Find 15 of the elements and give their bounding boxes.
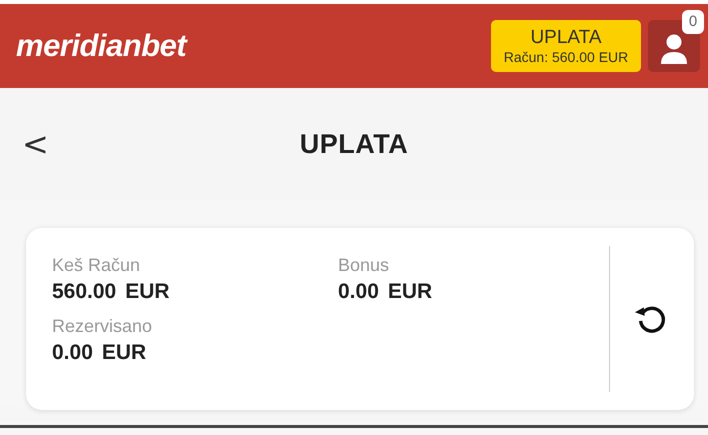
balance-label: Rezervisano [52,315,154,337]
currency: EUR [125,279,170,305]
balance-amount: 0.00 [52,340,93,366]
back-button[interactable]: < [18,124,53,164]
deposit-button[interactable]: UPLATA Račun: 560.00 EUR [491,20,641,72]
currency: EUR [102,340,146,366]
balance-amount: 560.00 [52,279,116,305]
balance-amount: 0.00 [338,279,379,305]
person-icon [659,33,689,65]
currency: EUR [388,279,432,305]
balance-label: Bonus [338,254,390,276]
page-title: UPLATA [300,128,408,160]
logo[interactable]: meridianbet [16,28,186,64]
notification-badge: 0 [682,10,704,34]
balance-label: Keš Račun [52,254,142,276]
